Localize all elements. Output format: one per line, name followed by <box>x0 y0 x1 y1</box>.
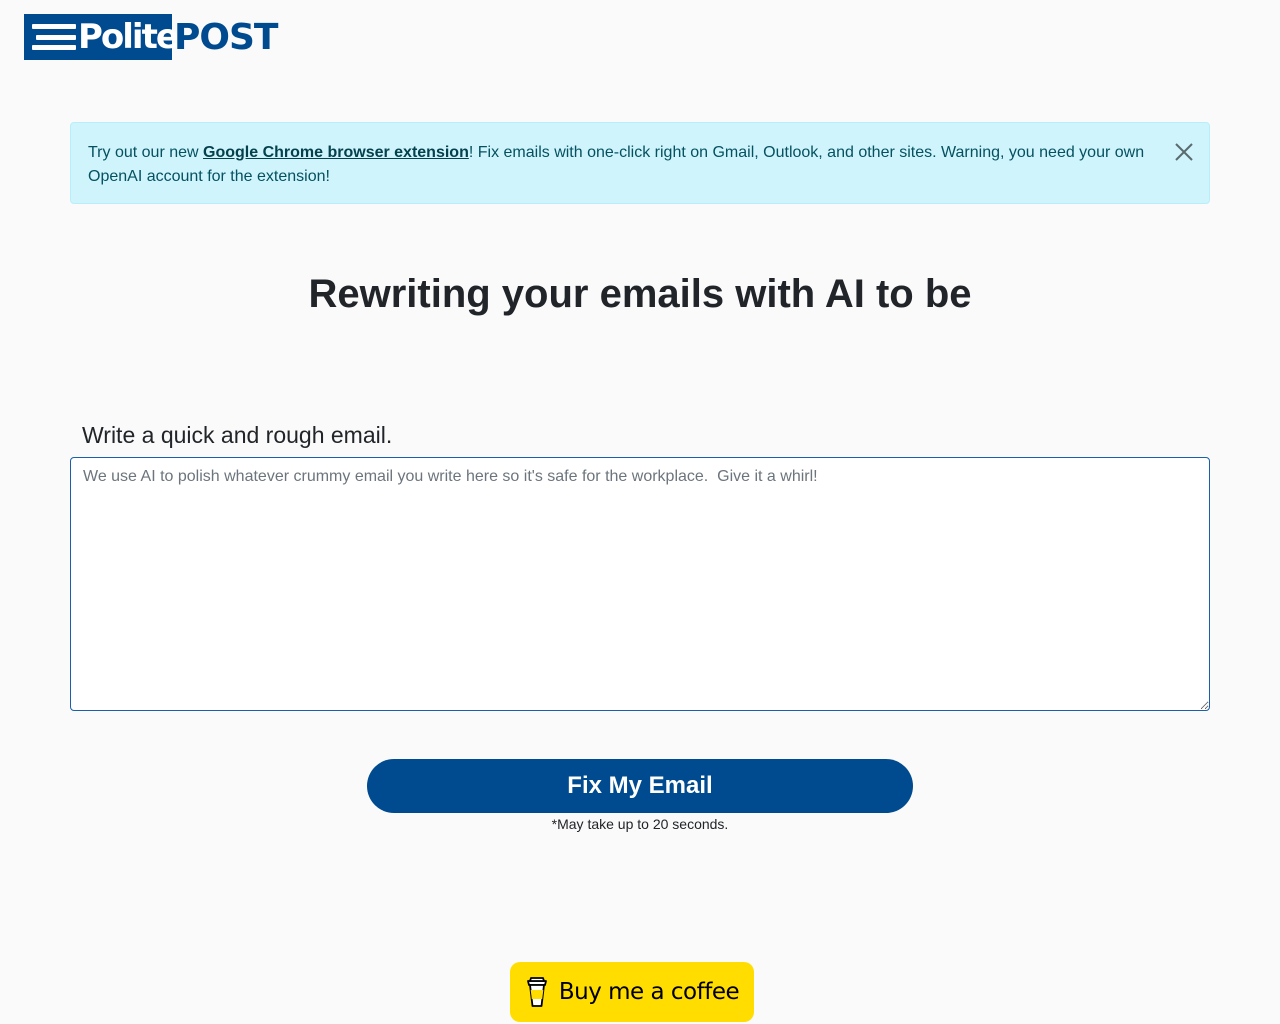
processing-time-note: *May take up to 20 seconds. <box>551 816 729 832</box>
extension-alert: Try out our new Google Chrome browser ex… <box>70 122 1210 204</box>
page: Polite POST Try out our new Google Chrom… <box>0 0 1280 1024</box>
close-icon[interactable] <box>1173 141 1195 163</box>
coffee-cup-icon <box>526 977 547 1007</box>
buy-me-a-coffee-button[interactable]: Buy me a coffee <box>510 962 754 1022</box>
coffee-button-label: Buy me a coffee <box>558 979 740 1005</box>
logo-text-polite: Polite <box>78 17 179 57</box>
email-input[interactable] <box>70 457 1210 711</box>
logo-box: Polite <box>24 14 179 60</box>
alert-text-before: Try out our new <box>88 144 204 161</box>
page-title: Rewriting your emails with AI to be <box>308 272 972 316</box>
politepost-logo[interactable]: Polite POST <box>24 14 278 60</box>
logo-lines-icon <box>32 22 76 52</box>
chrome-extension-link[interactable]: Google Chrome browser extension <box>203 144 469 161</box>
logo-text-post: POST <box>174 17 278 58</box>
email-field-label: Write a quick and rough email. <box>82 422 393 448</box>
fix-my-email-button[interactable]: Fix My Email <box>367 759 913 813</box>
